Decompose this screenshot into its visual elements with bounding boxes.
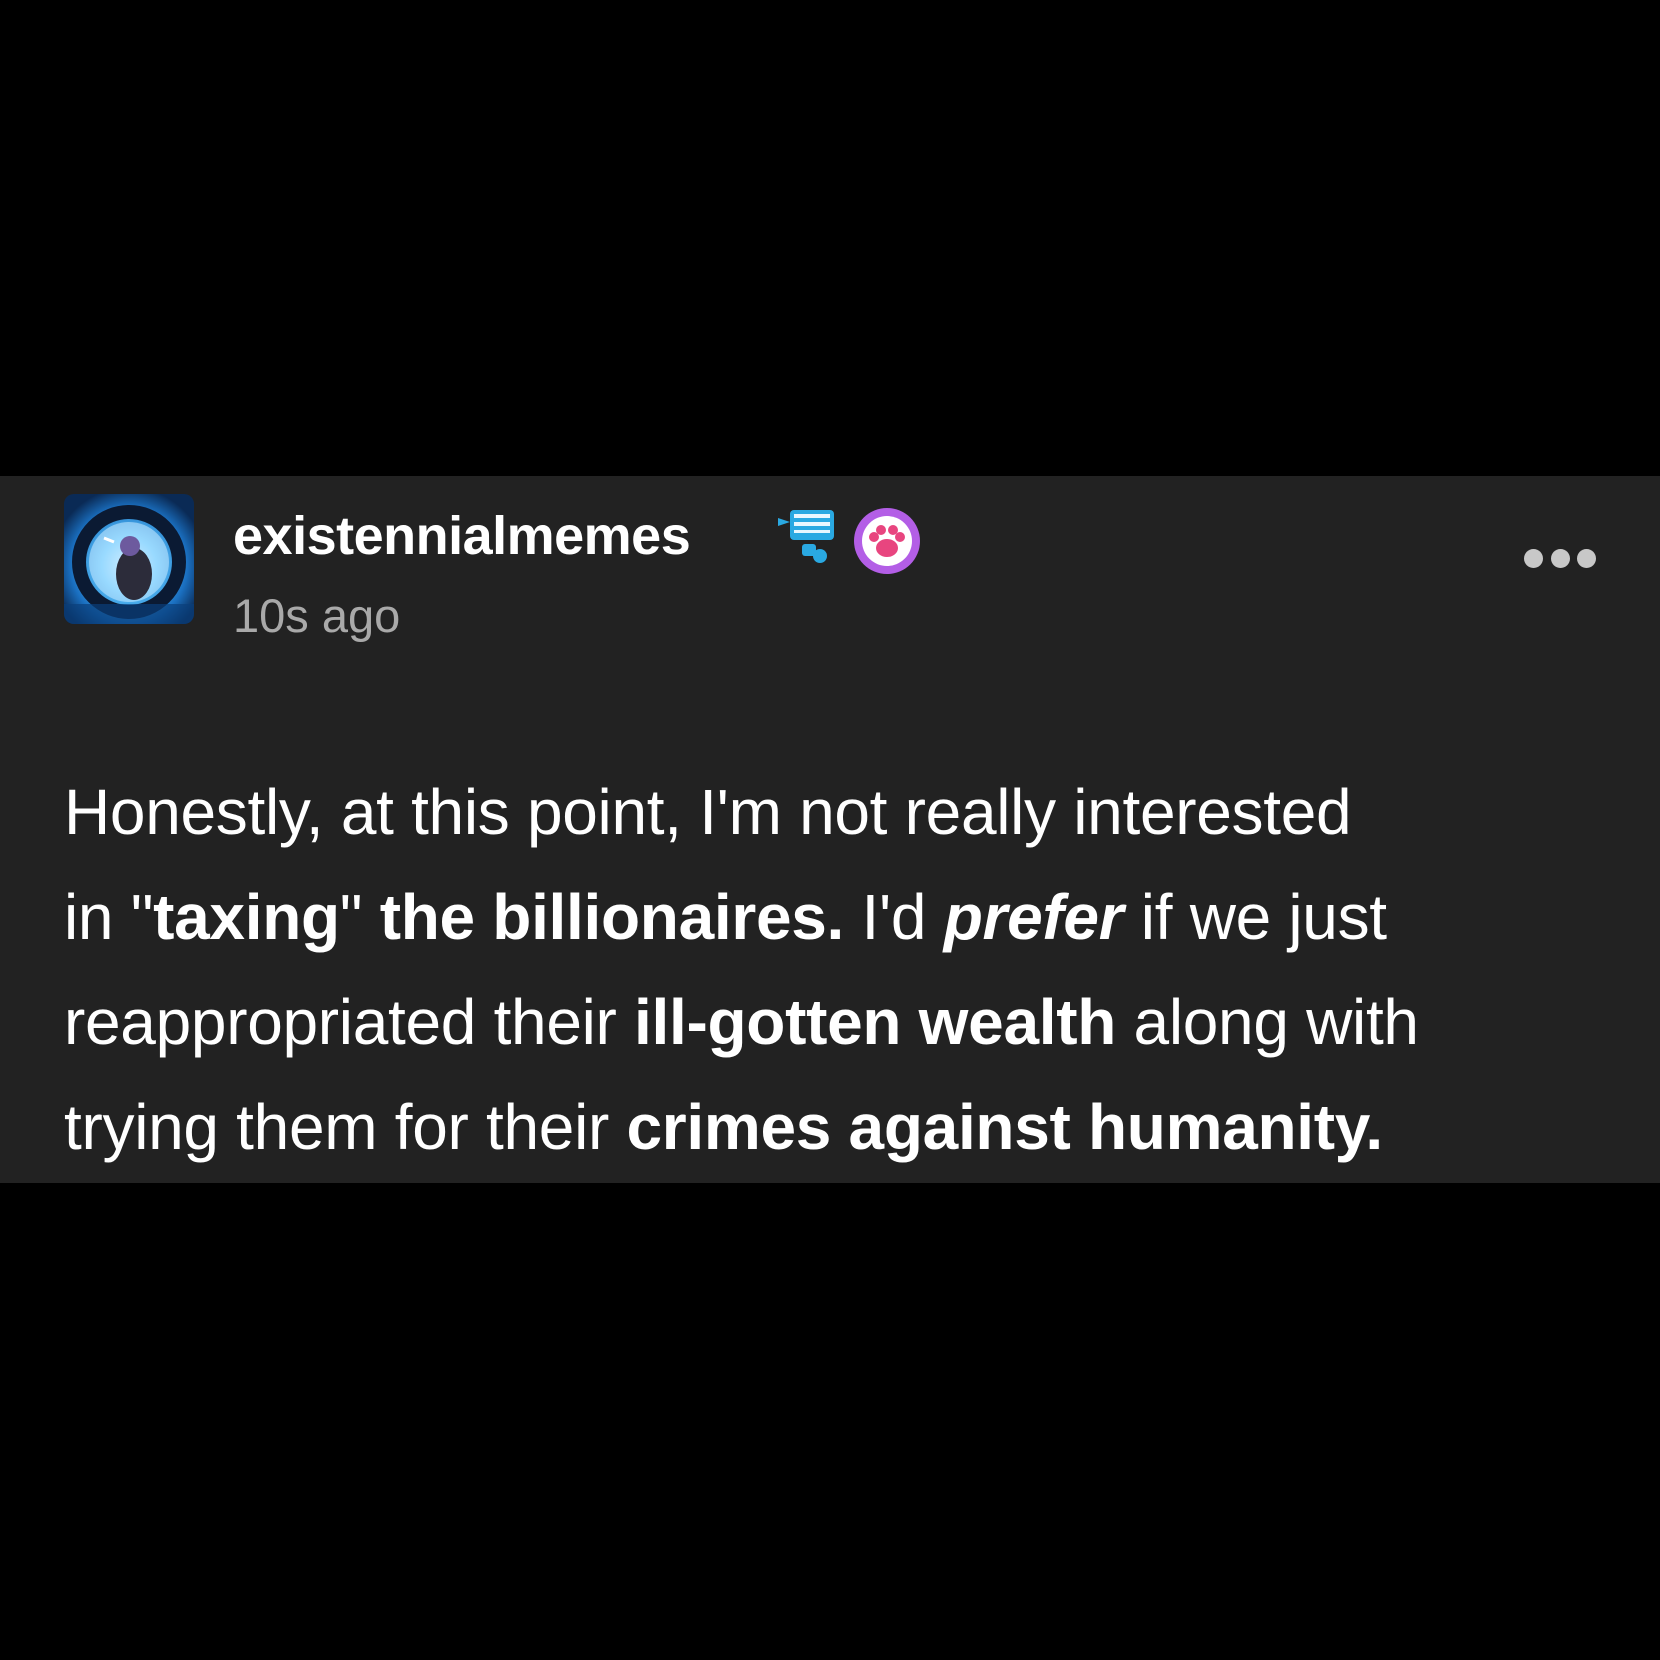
body-text: along with — [1116, 986, 1420, 1058]
more-options-icon — [1577, 548, 1596, 568]
body-bold-text: taxing — [153, 881, 340, 953]
body-text: in " — [64, 881, 154, 953]
body-text: reappropriated their — [64, 986, 635, 1058]
body-text: trying them for their — [64, 1091, 627, 1163]
post-body: Honestly, at this point, I'm not really … — [64, 760, 1624, 1180]
avatar[interactable] — [64, 494, 194, 624]
more-options-icon — [1524, 548, 1543, 568]
post-body-line: Honestly, at this point, I'm not really … — [64, 760, 1624, 865]
post-body-line: trying them for their crimes against hum… — [64, 1075, 1624, 1180]
body-bold-text: the billionaires. — [379, 881, 845, 953]
more-options-icon — [1550, 548, 1570, 568]
body-text: I'd — [844, 881, 944, 953]
post-body-line: reappropriated their ill-gotten wealth a… — [64, 970, 1624, 1075]
body-bold-text: ill-gotten wealth — [634, 986, 1117, 1058]
body-italic-text: prefer — [943, 881, 1124, 953]
timestamp: 10s ago — [233, 589, 401, 642]
tape-dispenser-badge-icon — [776, 504, 838, 566]
body-bold-text: crimes against humanity. — [626, 1091, 1384, 1163]
body-text: Honestly, at this point, I'm not really … — [64, 776, 1352, 848]
paw-badge-icon — [852, 506, 922, 576]
more-options-button[interactable] — [1524, 541, 1596, 575]
body-text: if we just — [1123, 881, 1387, 953]
avatar-image — [64, 494, 194, 624]
post-body-line: in "taxing" the billionaires. I'd prefer… — [64, 865, 1624, 970]
body-text: " — [339, 881, 380, 953]
username[interactable]: existennialmemes — [233, 505, 691, 567]
